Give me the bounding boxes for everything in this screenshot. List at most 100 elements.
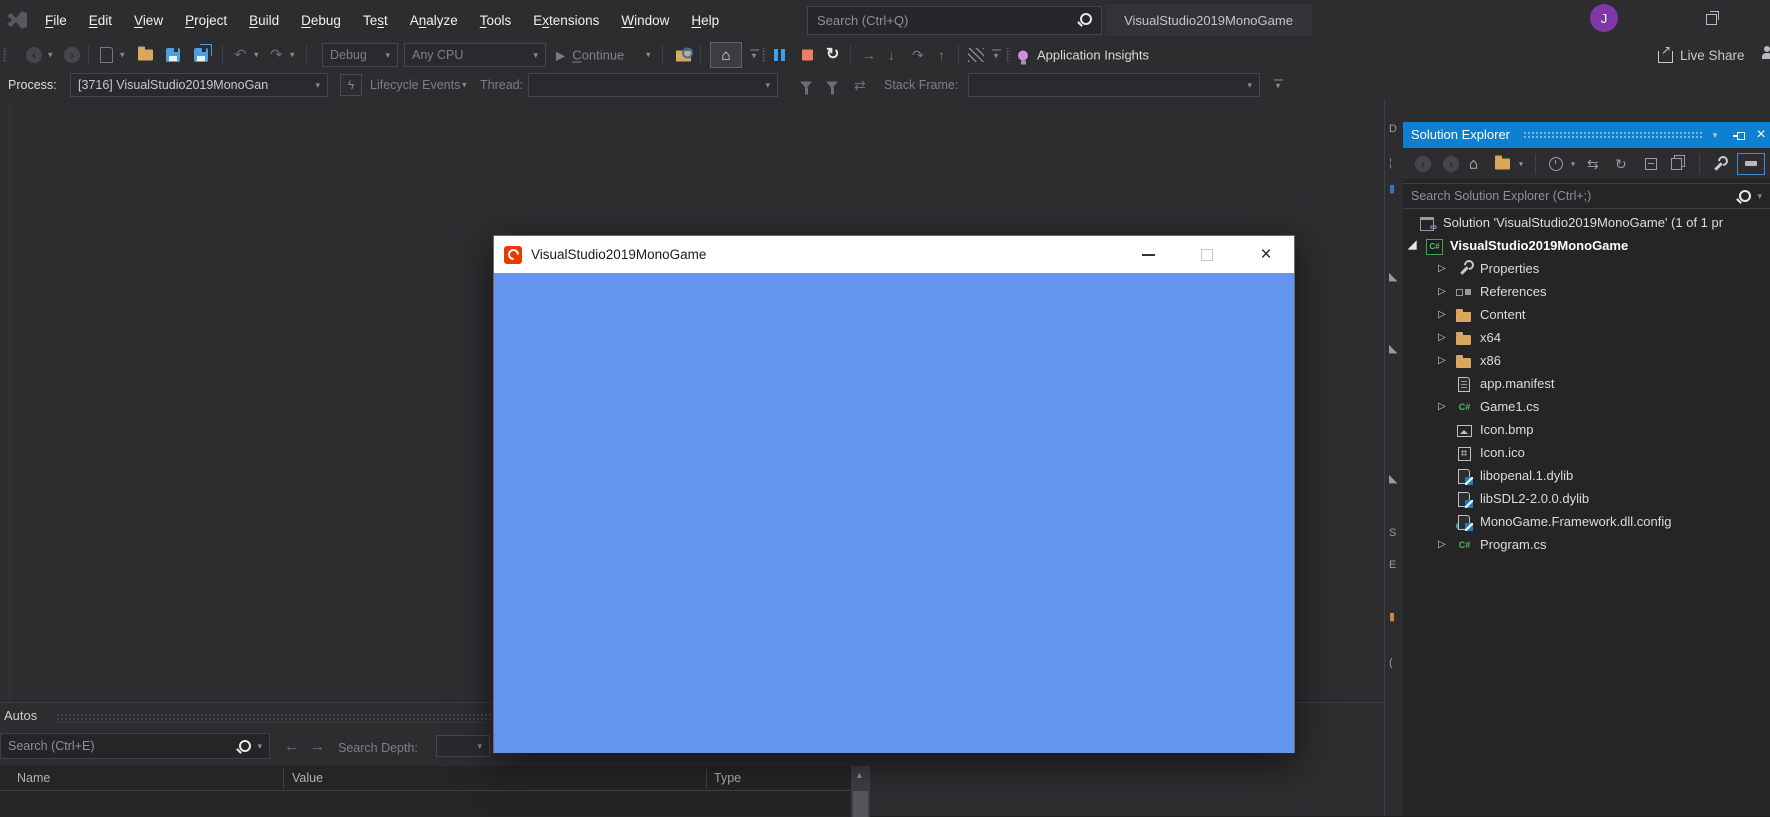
tree-item[interactable]: Icon.bmp [1403,418,1770,441]
column-resizer[interactable] [706,768,707,789]
se-back-button[interactable]: ‹ [1415,156,1431,172]
continue-button[interactable]: ▶ Continue [556,48,624,63]
menu-item[interactable]: Test [352,13,399,28]
close-panel-button[interactable]: × [1751,122,1770,148]
thread-combo[interactable]: ▾ [528,73,778,97]
save-button[interactable] [166,48,180,62]
column-header-type[interactable]: Type [714,771,741,785]
switch-views-dropdown[interactable]: ▾ [1519,159,1523,168]
preview-selected-items-toggle[interactable] [1737,153,1765,175]
toolbar-grip[interactable] [762,47,766,63]
solution-explorer-header[interactable]: Solution Explorer ▾ × [1403,122,1770,148]
redo-dropdown[interactable]: ▾ [290,51,295,60]
lifecycle-events-dropdown[interactable]: ▾ [462,81,467,90]
menu-item[interactable]: File [34,13,78,28]
menu-item[interactable]: Window [610,13,680,28]
stop-debugging-button[interactable] [802,50,813,61]
expand-arrow-icon[interactable]: ▷ [1438,287,1456,297]
toolbar-overflow-button[interactable]: ▾ [748,50,760,61]
diagnostics-home-toggle[interactable]: ⌂ [710,42,742,68]
find-in-files-button[interactable] [676,49,692,62]
lifecycle-events-button[interactable]: ϟ [340,74,362,96]
menu-item[interactable]: Build [238,13,290,28]
tree-item[interactable]: ▷ References [1403,280,1770,303]
tree-item[interactable]: ▷ x86 [1403,349,1770,372]
search-prev-button[interactable]: ← [284,739,299,754]
autohide-tab-glyph[interactable]: ( [1389,658,1393,669]
tree-item[interactable]: ▷ Content [1403,303,1770,326]
solution-explorer-search-input[interactable]: Search Solution Explorer (Ctrl+;) ▾ [1403,183,1770,209]
game-minimize-button[interactable] [1126,236,1170,273]
solution-node[interactable]: Solution 'VisualStudio2019MonoGame' (1 o… [1403,211,1770,234]
sync-with-active-document-button[interactable]: ⇆ [1587,157,1599,171]
collapse-all-button[interactable] [1645,158,1657,170]
expand-arrow-icon[interactable]: ◢ [1408,240,1426,251]
navigate-forward-button[interactable]: › [64,47,80,63]
toolbar-grip[interactable] [1006,47,1010,63]
show-threads-in-source-button[interactable]: ⇄ [854,78,866,92]
scroll-up-icon[interactable]: ▲ [855,770,864,780]
autohide-tab-glyph[interactable]: ▮ [1389,184,1395,195]
search-icon[interactable] [1739,190,1751,202]
refresh-button[interactable]: ↻ [1615,157,1627,171]
autohide-tab-glyph[interactable]: D [1389,124,1397,135]
tree-item[interactable]: ▷ Program.cs [1403,533,1770,556]
tree-item[interactable]: ▷ Properties [1403,257,1770,280]
autohide-tab-glyph[interactable]: ▮ [1389,612,1395,623]
switch-views-button[interactable] [1495,158,1510,169]
stack-frame-combo[interactable]: ▾ [968,73,1260,97]
undo-button[interactable]: ↶ [234,48,247,63]
step-into-button[interactable]: ↓ [888,48,895,62]
clear-filter-button[interactable] [826,82,838,89]
show-next-statement-button[interactable]: → [862,48,876,62]
navigate-back-button[interactable]: ‹ [26,47,42,63]
tree-item[interactable]: Icon.ico [1403,441,1770,464]
toolbar-overflow-button[interactable]: ▾ [1272,80,1284,91]
redo-button[interactable]: ↷ [270,48,283,63]
new-file-dropdown[interactable]: ▾ [120,51,125,60]
auto-hide-pin-button[interactable] [1729,122,1749,148]
solution-configuration-combo[interactable]: Debug ▾ [322,43,398,67]
open-file-button[interactable] [138,50,153,61]
autos-panel-title[interactable]: Autos [4,708,37,723]
window-position-dropdown[interactable]: ▾ [1705,122,1725,148]
column-resizer[interactable] [283,768,284,789]
expand-arrow-icon[interactable]: ▷ [1438,540,1456,550]
se-forward-button[interactable]: › [1443,156,1459,172]
breakpoints-window-button[interactable] [968,48,984,62]
toolbar-grip[interactable] [3,47,7,63]
menu-item[interactable]: Help [680,13,730,28]
menu-item[interactable]: Analyze [399,13,469,28]
tree-item[interactable]: libSDL2-2.0.0.dylib [1403,487,1770,510]
show-all-files-button[interactable] [1671,158,1682,170]
step-out-button[interactable]: ↑ [938,48,945,62]
game-client-area[interactable] [494,273,1294,753]
autohide-tab-glyph[interactable]: ◣ [1389,272,1397,283]
menu-item[interactable]: Extensions [522,13,610,28]
scrollbar-thumb[interactable] [853,791,868,817]
expand-arrow-icon[interactable]: ▷ [1438,310,1456,320]
search-icon[interactable] [239,740,251,752]
monogame-window[interactable]: VisualStudio2019MonoGame × [493,235,1295,753]
menu-item[interactable]: View [123,13,174,28]
chevron-down-icon[interactable]: ▾ [257,742,262,751]
chevron-down-icon[interactable]: ▾ [1757,192,1762,201]
game-close-button[interactable]: × [1244,236,1288,273]
navigate-back-dropdown[interactable]: ▾ [48,51,53,60]
expand-arrow-icon[interactable]: ▷ [1438,264,1456,274]
live-share-button[interactable]: Live Share [1658,43,1745,67]
filter-dropdown[interactable]: ▾ [1571,159,1575,168]
menu-item[interactable]: Tools [469,13,523,28]
game-maximize-button[interactable] [1185,236,1229,273]
column-header-name[interactable]: Name [17,771,50,785]
save-all-button[interactable] [194,48,208,62]
expand-arrow-icon[interactable]: ▷ [1438,402,1456,412]
menu-item[interactable]: Project [174,13,238,28]
menu-item[interactable]: Debug [290,13,352,28]
autohide-tab-glyph[interactable]: ◣ [1389,344,1397,355]
autohide-tab-glyph[interactable]: S [1389,528,1396,539]
process-combo[interactable]: [3716] VisualStudio2019MonoGan ▾ [70,73,328,97]
menu-item[interactable]: Edit [78,13,123,28]
search-icon[interactable] [1080,13,1092,28]
autohide-tab-glyph[interactable]: ◣ [1389,474,1397,485]
